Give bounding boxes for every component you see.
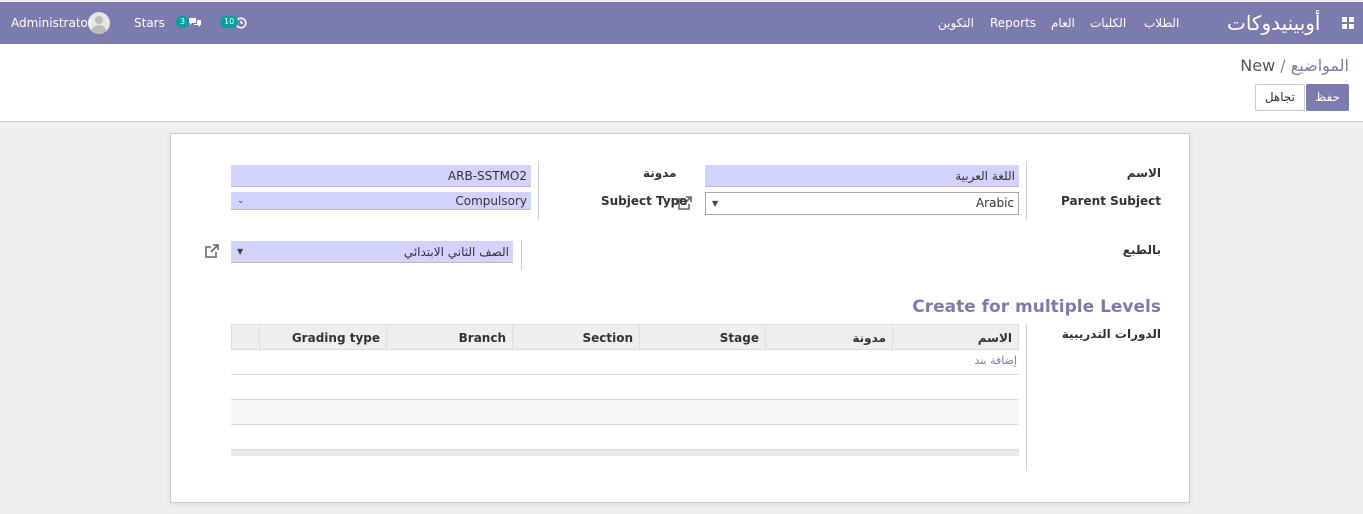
nature-label: بالطبع bbox=[1122, 243, 1161, 257]
menu-reports[interactable]: Reports bbox=[990, 2, 1036, 44]
nature-value: الصف الثاني الابتدائي bbox=[403, 245, 509, 259]
discard-button[interactable]: تجاهل bbox=[1254, 84, 1305, 111]
code-field[interactable]: ARB-SSTMO2 bbox=[231, 165, 531, 187]
add-line-link[interactable]: إضافة بند bbox=[974, 354, 1017, 367]
chevron-down-icon: ⌄ bbox=[237, 196, 245, 206]
menu-configuration[interactable]: التكوين bbox=[938, 2, 974, 44]
table-row bbox=[231, 400, 1019, 425]
column-header-branch[interactable]: Branch bbox=[386, 324, 513, 350]
subject-type-label: Subject Type bbox=[601, 194, 688, 208]
save-button[interactable]: حفظ bbox=[1306, 84, 1349, 111]
table-row bbox=[231, 425, 1019, 450]
column-header-actions bbox=[231, 324, 260, 350]
subject-type-value: Compulsory bbox=[455, 194, 527, 208]
parent-subject-select[interactable]: Arabic ▼ bbox=[705, 192, 1019, 215]
control-panel: New / المواضيع حفظ تجاهل bbox=[0, 44, 1363, 122]
apps-menu-icon[interactable] bbox=[1342, 17, 1354, 29]
menu-students[interactable]: الطلاب bbox=[1144, 2, 1179, 44]
user-name[interactable]: Administrator bbox=[11, 2, 93, 44]
brand-title[interactable]: أوبينيدوكات bbox=[1227, 2, 1321, 44]
breadcrumb-current: New bbox=[1240, 56, 1276, 75]
add-line-row: إضافة بند bbox=[231, 350, 1019, 375]
external-link-icon[interactable] bbox=[204, 243, 221, 260]
menu-faculties[interactable]: الكليات bbox=[1090, 2, 1126, 44]
column-header-stage[interactable]: Stage bbox=[639, 324, 766, 350]
breadcrumb: New / المواضيع bbox=[1240, 56, 1349, 75]
table-footer bbox=[231, 450, 1019, 456]
vertical-divider bbox=[521, 240, 522, 270]
column-header-name[interactable]: الاسم bbox=[892, 324, 1019, 350]
name-label: الاسم bbox=[1126, 166, 1161, 180]
subject-type-select[interactable]: Compulsory ⌄ bbox=[231, 192, 531, 210]
top-navbar: أوبينيدوكات الطلاب الكليات العام Reports… bbox=[0, 2, 1363, 44]
table-row bbox=[231, 375, 1019, 400]
stars-label[interactable]: Stars bbox=[134, 2, 165, 44]
parent-subject-value: Arabic bbox=[975, 196, 1014, 210]
vertical-divider bbox=[538, 162, 539, 220]
nature-select[interactable]: الصف الثاني الابتدائي ▼ bbox=[231, 241, 513, 263]
messages-badge: 3 bbox=[176, 16, 190, 28]
chat-bubbles-icon bbox=[189, 18, 201, 27]
caret-down-icon: ▼ bbox=[712, 199, 719, 208]
parent-subject-label: Parent Subject bbox=[1061, 194, 1161, 208]
vertical-divider bbox=[1026, 324, 1027, 470]
column-header-section[interactable]: Section bbox=[512, 324, 640, 350]
form-sheet: الاسم اللغة العربية Parent Subject Arabi… bbox=[170, 133, 1190, 503]
caret-down-icon: ▼ bbox=[237, 247, 244, 256]
name-field[interactable]: اللغة العربية bbox=[705, 165, 1019, 187]
code-label: مدونة bbox=[643, 166, 677, 180]
breadcrumb-separator: / bbox=[1280, 56, 1286, 75]
column-header-grading-type[interactable]: Grading type bbox=[259, 324, 387, 350]
breadcrumb-parent-link[interactable]: المواضيع bbox=[1291, 56, 1349, 75]
menu-general[interactable]: العام bbox=[1051, 2, 1075, 44]
courses-label: الدورات التدريبية bbox=[1061, 327, 1161, 341]
vertical-divider bbox=[1026, 162, 1027, 220]
column-header-code[interactable]: مدونة bbox=[765, 324, 893, 350]
multiple-levels-title: Create for multiple Levels bbox=[912, 297, 1161, 317]
messages-icon[interactable] bbox=[188, 2, 204, 44]
activity-badge: 10 bbox=[220, 16, 239, 28]
